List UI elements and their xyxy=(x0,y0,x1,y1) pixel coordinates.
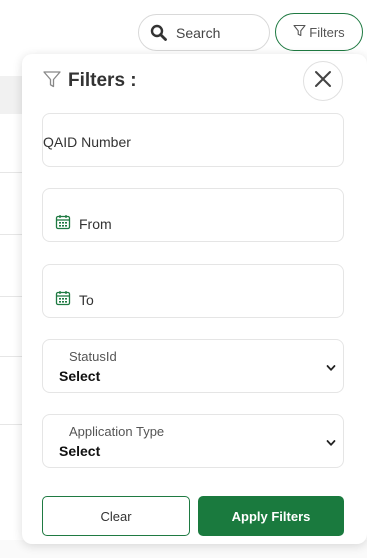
panel-header: Filters : xyxy=(42,66,137,96)
clear-button[interactable]: Clear xyxy=(42,496,190,536)
qaid-number-placeholder: QAID Number xyxy=(43,134,131,150)
search-button[interactable]: Search xyxy=(138,14,270,51)
apply-filters-button[interactable]: Apply Filters xyxy=(198,496,344,536)
application-type-select[interactable]: Application Type Select xyxy=(42,414,344,468)
calendar-icon xyxy=(55,290,71,309)
chevron-down-icon xyxy=(326,360,336,378)
search-icon xyxy=(150,24,167,41)
chevron-down-icon xyxy=(326,435,336,453)
calendar-icon xyxy=(55,214,71,233)
status-value: Select xyxy=(59,368,101,384)
filter-icon xyxy=(293,24,306,40)
filter-icon xyxy=(42,69,62,94)
filters-button[interactable]: Filters xyxy=(275,13,363,51)
close-icon xyxy=(314,70,332,93)
apply-filters-label: Apply Filters xyxy=(231,508,311,524)
status-label: StatusId xyxy=(69,349,117,364)
to-date-field[interactable]: To xyxy=(42,264,344,318)
qaid-number-field[interactable]: QAID Number xyxy=(42,113,344,167)
application-type-value: Select xyxy=(59,443,101,459)
from-label: From xyxy=(79,215,112,232)
panel-title: Filters : xyxy=(68,70,137,91)
clear-label: Clear xyxy=(100,508,132,524)
filters-label: Filters xyxy=(309,24,345,40)
from-date-field[interactable]: From xyxy=(42,188,344,242)
search-label: Search xyxy=(176,24,221,41)
close-button[interactable] xyxy=(303,61,343,101)
to-label: To xyxy=(79,291,94,308)
status-select[interactable]: StatusId Select xyxy=(42,339,344,393)
application-type-label: Application Type xyxy=(69,424,165,439)
